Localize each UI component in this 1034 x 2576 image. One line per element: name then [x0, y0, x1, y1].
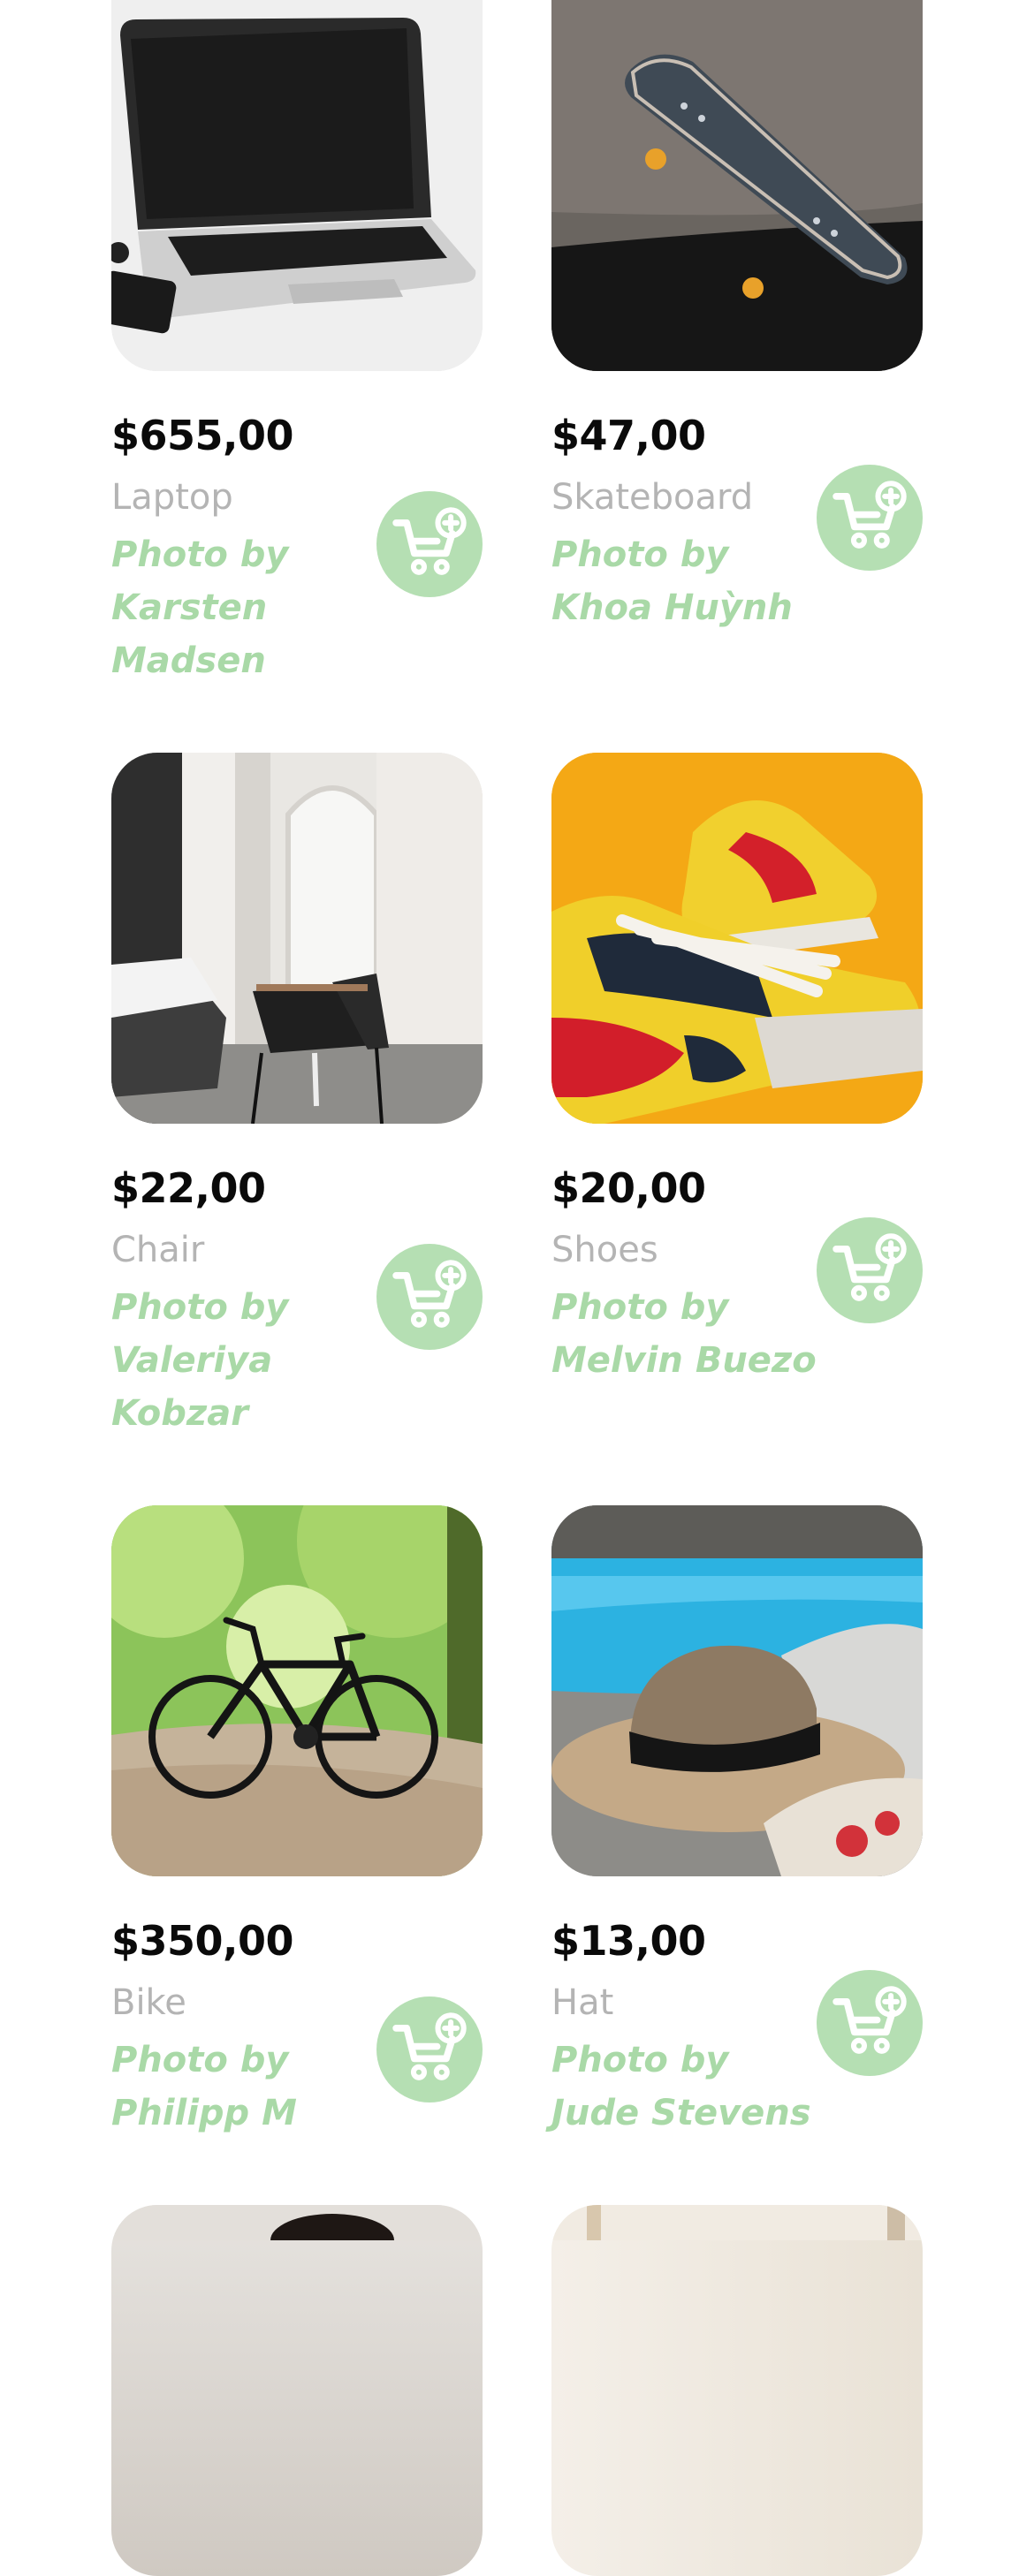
product-photo-bike[interactable]: [111, 1505, 483, 1876]
add-to-cart-button[interactable]: [376, 491, 483, 597]
product-price: $22,00: [111, 1164, 266, 1212]
product-photo-laptop[interactable]: [111, 0, 483, 371]
photo-credit[interactable]: Photo by Valeriya Kobzar: [111, 1281, 376, 1440]
photo-credit[interactable]: Photo by Karsten Madsen: [111, 528, 376, 687]
product-photo-skateboard[interactable]: [551, 0, 923, 371]
product-card-hat[interactable]: $13,00 Hat Photo by Jude Stevens: [551, 1505, 923, 2133]
product-price: $350,00: [111, 1917, 294, 1965]
photo-credit[interactable]: Photo by Melvin Buezo: [551, 1281, 817, 1387]
product-price: $47,00: [551, 412, 706, 459]
laptop-image: [111, 0, 483, 371]
product-photo-chair[interactable]: [111, 753, 483, 1124]
partial-photo-image: [111, 2205, 483, 2267]
product-card-bike[interactable]: $350,00 Bike Photo by Philipp M: [111, 1505, 483, 2133]
add-to-cart-button[interactable]: [376, 1244, 483, 1350]
product-price: $655,00: [111, 412, 294, 459]
cart-plus-icon: [833, 1986, 907, 2054]
add-to-cart-button[interactable]: [817, 465, 923, 571]
product-card-partial[interactable]: [111, 2205, 483, 2576]
product-photo-partial[interactable]: [551, 2205, 923, 2576]
cart-plus-icon: [392, 1260, 467, 1328]
skateboard-image: [551, 0, 923, 371]
shoes-image: [551, 753, 923, 1124]
photo-credit[interactable]: Photo by Philipp M: [111, 2034, 376, 2140]
photo-credit[interactable]: Photo by Khoa Huỳnh: [551, 528, 817, 634]
product-card-partial[interactable]: [551, 2205, 923, 2576]
product-card-chair[interactable]: $22,00 Chair Photo by Valeriya Kobzar: [111, 753, 483, 1434]
product-grid: $655,00 Laptop Photo by Karsten Madsen $…: [0, 0, 1034, 2576]
photo-credit[interactable]: Photo by Jude Stevens: [551, 2034, 817, 2140]
product-price: $20,00: [551, 1164, 706, 1212]
cart-plus-icon: [833, 1233, 907, 1301]
product-card-skateboard[interactable]: $47,00 Skateboard Photo by Khoa Huỳnh: [551, 0, 923, 628]
add-to-cart-button[interactable]: [376, 1996, 483, 2102]
chair-image: [111, 753, 483, 1124]
hat-image: [551, 1505, 923, 1876]
product-name: Shoes: [551, 1230, 658, 1270]
product-card-laptop[interactable]: $655,00 Laptop Photo by Karsten Madsen: [111, 0, 483, 681]
add-to-cart-button[interactable]: [817, 1217, 923, 1323]
cart-plus-icon: [392, 2012, 467, 2080]
partial-photo-image: [551, 2205, 923, 2240]
product-photo-partial[interactable]: [111, 2205, 483, 2576]
product-name: Bike: [111, 1982, 186, 2023]
product-price: $13,00: [551, 1917, 706, 1965]
product-name: Chair: [111, 1230, 205, 1270]
add-to-cart-button[interactable]: [817, 1970, 923, 2076]
product-card-shoes[interactable]: $20,00 Shoes Photo by Melvin Buezo: [551, 753, 923, 1381]
cart-plus-icon: [833, 481, 907, 549]
product-name: Skateboard: [551, 477, 754, 518]
product-photo-hat[interactable]: [551, 1505, 923, 1876]
product-name: Hat: [551, 1982, 614, 2023]
product-photo-shoes[interactable]: [551, 753, 923, 1124]
product-name: Laptop: [111, 477, 233, 518]
bike-image: [111, 1505, 483, 1876]
cart-plus-icon: [392, 507, 467, 575]
